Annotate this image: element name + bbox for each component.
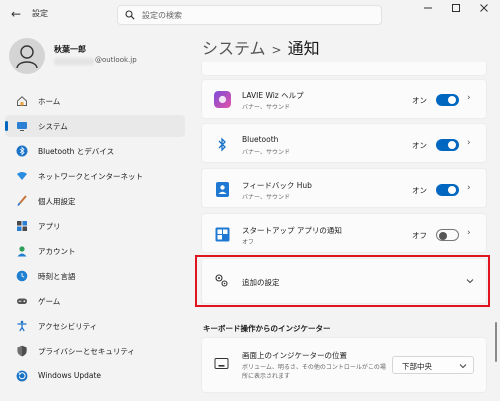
sidebar-item-privacy[interactable]: プライバシーとセキュリティ: [5, 340, 185, 362]
maximize-icon: [452, 4, 460, 12]
sidebar-item-time-language[interactable]: 時刻と言語: [5, 265, 185, 287]
chevron-right-icon: ›: [467, 228, 471, 238]
card-title: スタートアップ アプリの通知: [242, 226, 342, 235]
sidebar-item-label: ホーム: [38, 97, 61, 106]
gamepad-icon: [17, 298, 27, 304]
notification-toggle[interactable]: [436, 139, 459, 151]
sidebar-item-bluetooth[interactable]: Bluetooth とデバイス: [5, 140, 185, 162]
card-subtitle: オフ: [242, 239, 255, 246]
back-button[interactable]: ←: [8, 6, 24, 22]
notification-toggle[interactable]: [436, 184, 459, 196]
accessibility-icon: [17, 320, 27, 332]
scrollbar[interactable]: [495, 322, 497, 362]
screen-indicator-icon: [214, 358, 229, 369]
sidebar-item-label: アプリ: [38, 222, 61, 231]
search-icon: [125, 10, 135, 20]
title-bar: ← 設定: [0, 0, 500, 30]
notification-card-partial: [201, 62, 487, 76]
card-subtitle: バナー、サウンド: [242, 104, 290, 111]
sidebar-item-personalization[interactable]: 個人用設定: [5, 190, 185, 212]
indicator-position-dropdown[interactable]: 下部中央: [392, 356, 474, 374]
app-title: 設定: [32, 9, 48, 18]
notification-card-startup-apps[interactable]: スタートアップ アプリの通知 オフ オフ ›: [201, 213, 487, 253]
notification-card-lavie-wiz[interactable]: LAVIE Wiz ヘルプ バナー、サウンド オン ›: [201, 79, 487, 119]
wifi-icon: [17, 172, 27, 180]
card-title: Bluetooth: [242, 135, 279, 144]
sidebar-item-accessibility[interactable]: アクセシビリティ: [5, 315, 185, 337]
apps-icon: [17, 221, 27, 231]
chevron-right-icon: ›: [467, 138, 471, 148]
email-redaction: [54, 58, 94, 65]
search-box[interactable]: [117, 5, 382, 25]
sidebar-item-gaming[interactable]: ゲーム: [5, 290, 185, 312]
notification-toggle[interactable]: [436, 229, 459, 241]
indicator-position-card: 画面上のインジケーターの位置 ボリューム、明るさ、その他のコントロールがこの場 …: [201, 337, 487, 393]
home-icon: [17, 96, 27, 106]
sidebar-item-label: ゲーム: [38, 297, 61, 306]
minimize-icon: [424, 7, 432, 9]
feedback-hub-icon: [216, 182, 229, 197]
sidebar-item-accounts[interactable]: アカウント: [5, 240, 185, 262]
close-icon: [480, 4, 488, 12]
breadcrumb-current: 通知: [287, 39, 320, 58]
update-icon: [16, 370, 28, 382]
indicator-position-desc-line1: ボリューム、明るさ、その他のコントロールがこの場: [242, 364, 386, 371]
user-avatar-icon: [16, 45, 38, 69]
sidebar-item-label: 時刻と言語: [38, 272, 76, 281]
sidebar-item-label: アカウント: [38, 247, 76, 256]
shield-icon: [17, 345, 27, 357]
card-subtitle: バナー、サウンド: [242, 149, 290, 156]
user-email: @outlook.jp: [95, 56, 137, 64]
brush-icon: [17, 195, 27, 206]
breadcrumb-parent[interactable]: システム: [202, 39, 266, 58]
chevron-right-icon: ›: [467, 93, 471, 103]
sidebar-item-label: 個人用設定: [38, 197, 76, 206]
sidebar-item-system[interactable]: システム: [5, 115, 185, 137]
page-title: システム > 通知: [202, 35, 320, 59]
indicator-position-title: 画面上のインジケーターの位置: [242, 351, 347, 360]
close-button[interactable]: [474, 3, 494, 19]
toggle-state-label: オン: [412, 96, 427, 105]
section-header: キーボード操作からのインジケーター: [203, 324, 331, 333]
bluetooth-icon: [16, 145, 28, 157]
sidebar-item-apps[interactable]: アプリ: [5, 215, 185, 237]
sidebar-item-label: ネットワークとインターネット: [38, 172, 143, 181]
indicator-position-desc-line2: 所に表示されます: [242, 373, 291, 380]
chevron-right-icon: ›: [467, 183, 471, 193]
bluetooth-icon: [218, 137, 226, 152]
lavie-wiz-icon: [214, 91, 231, 108]
breadcrumb-separator: >: [271, 43, 282, 57]
search-input[interactable]: [142, 9, 372, 22]
avatar[interactable]: [9, 38, 45, 74]
toggle-state-label: オン: [412, 186, 427, 195]
notification-card-bluetooth[interactable]: Bluetooth バナー、サウンド オン ›: [201, 123, 487, 163]
toggle-state-label: オフ: [412, 231, 427, 240]
startup-apps-icon: [215, 227, 230, 242]
sidebar-item-windows-update[interactable]: Windows Update: [5, 365, 185, 387]
notification-card-feedback-hub[interactable]: フィードバック Hub バナー、サウンド オン ›: [201, 168, 487, 208]
card-subtitle: バナー、サウンド: [242, 194, 290, 201]
card-title: LAVIE Wiz ヘルプ: [242, 91, 304, 100]
card-title: フィードバック Hub: [242, 181, 312, 190]
globe-clock-icon: [16, 270, 28, 282]
sidebar-item-network[interactable]: ネットワークとインターネット: [5, 165, 185, 187]
sidebar-item-label: アクセシビリティ: [38, 322, 98, 331]
notification-toggle[interactable]: [436, 94, 459, 106]
account-icon: [17, 246, 27, 257]
sidebar-item-label: システム: [38, 122, 68, 131]
sidebar-item-label: プライバシーとセキュリティ: [38, 347, 135, 356]
system-icon: [17, 122, 27, 131]
sidebar-item-label: Windows Update: [38, 371, 102, 380]
back-arrow-icon: ←: [10, 7, 22, 21]
highlight-box: [195, 255, 490, 307]
sidebar-item-home[interactable]: ホーム: [5, 90, 185, 112]
user-name: 秋葉一郎: [54, 45, 86, 54]
toggle-state-label: オン: [412, 141, 427, 150]
sidebar-item-label: Bluetooth とデバイス: [38, 147, 115, 156]
maximize-button[interactable]: [446, 3, 466, 19]
active-indicator: [5, 121, 8, 131]
chevron-down-icon: [459, 364, 467, 369]
minimize-button[interactable]: [418, 3, 438, 19]
dropdown-value: 下部中央: [402, 362, 432, 371]
